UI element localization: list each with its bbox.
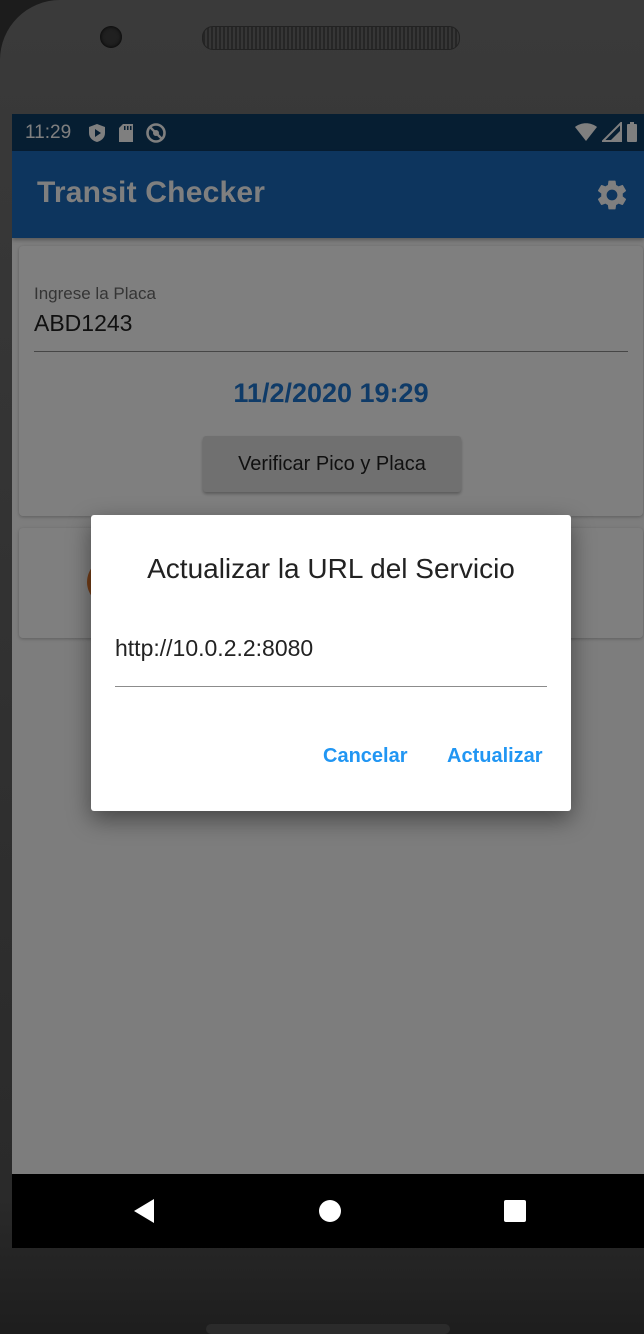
home-circle-icon[interactable] xyxy=(315,1196,345,1226)
cancel-button[interactable]: Cancelar xyxy=(323,745,408,768)
bottom-bezel xyxy=(206,1324,450,1334)
earpiece-speaker xyxy=(202,26,460,50)
dialog-title: Actualizar la URL del Servicio xyxy=(147,553,515,584)
back-triangle-icon[interactable] xyxy=(130,1196,160,1226)
url-input-underline xyxy=(115,686,547,687)
system-nav-bar xyxy=(12,1174,644,1248)
update-url-dialog: Actualizar la URL del Servicio http://10… xyxy=(91,515,571,811)
url-input[interactable]: http://10.0.2.2:8080 xyxy=(115,635,313,662)
recents-square-icon[interactable] xyxy=(500,1196,530,1226)
front-camera xyxy=(100,26,122,48)
update-button[interactable]: Actualizar xyxy=(447,745,543,768)
screen: 11:29 xyxy=(12,114,644,1248)
phone-frame: 11:29 xyxy=(0,0,644,1334)
